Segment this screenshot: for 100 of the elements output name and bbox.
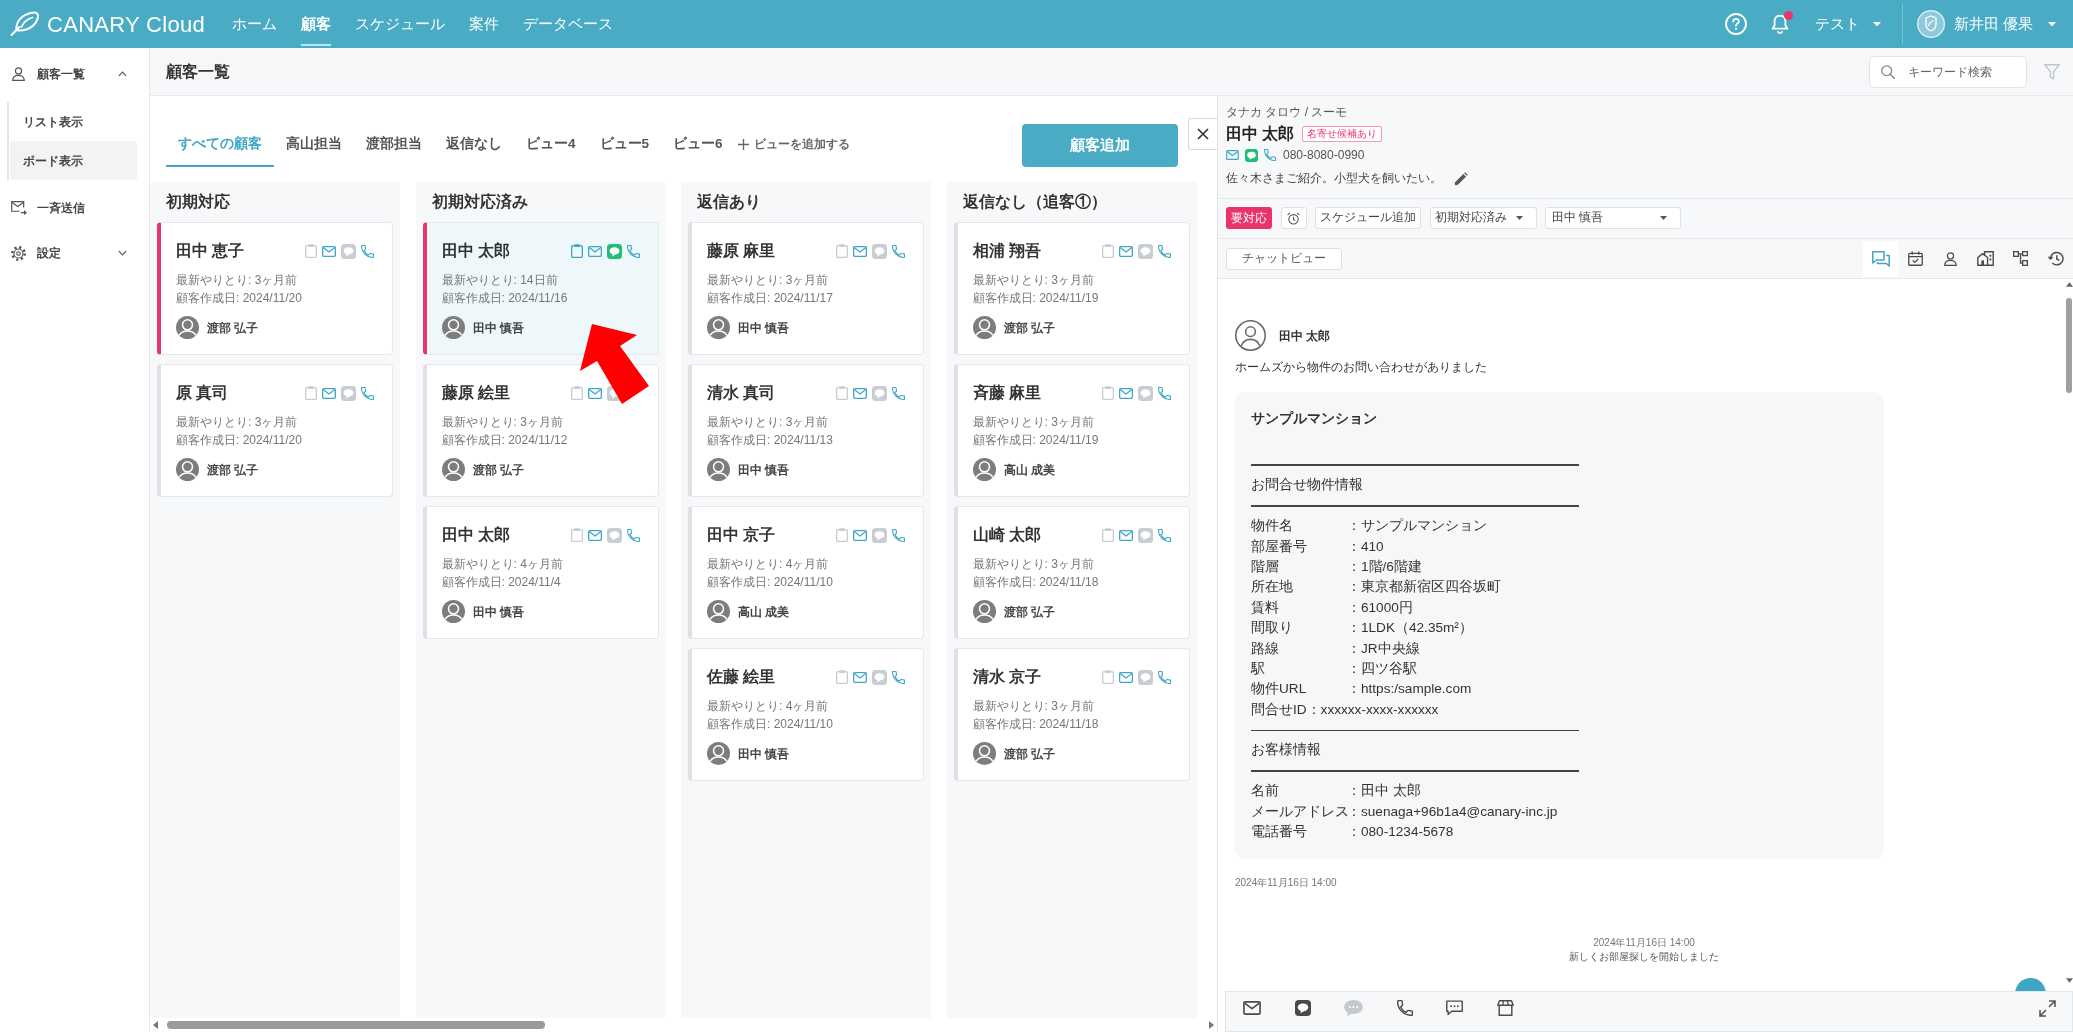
created-date-text: 顧客作成日: 2024/11/19: [972, 431, 1100, 449]
status-dropdown[interactable]: 初期対応済み: [1429, 207, 1537, 229]
field-label: 物件名: [1251, 517, 1294, 536]
avatar-icon: [972, 600, 996, 623]
semicircle-icon: [2015, 978, 2046, 991]
plus-icon: [737, 139, 749, 150]
view-tab[interactable]: ビュー4: [514, 130, 588, 167]
created-date-text: 顧客作成日: 2024/11/4: [441, 573, 562, 591]
bell-icon[interactable]: [1770, 14, 1789, 34]
phone-icon[interactable]: [1396, 1000, 1413, 1016]
last-contact-text: 最新やりとり: 3ヶ月前: [176, 414, 299, 431]
sender-name: 田中 太郎: [1279, 327, 1331, 345]
chat-bubble-icon[interactable]: [1294, 1000, 1311, 1016]
merge-candidate-badge: 名寄せ候補あり: [1302, 126, 1383, 142]
last-contact-text: 最新やりとり: 3ヶ月前: [176, 272, 299, 289]
view-tab[interactable]: 返信なし: [434, 130, 514, 167]
app-logo-text: CANARY Cloud: [47, 10, 206, 39]
created-date-text: 顧客作成日: 2024/11/18: [972, 573, 1100, 591]
avatar-icon: [972, 742, 996, 765]
customer-kana: タナカ タロウ / スーモ: [1226, 104, 1349, 120]
column-title: 返信あり: [697, 192, 761, 213]
field-label: 物件URL: [1251, 680, 1308, 699]
view-tab[interactable]: 渡部担当: [354, 130, 434, 167]
created-date-text: 顧客作成日: 2024/11/17: [707, 289, 834, 307]
view-tab[interactable]: ビュー5: [587, 130, 662, 167]
customer-name: 山崎 太郎: [972, 525, 1041, 545]
avatar-icon: [972, 316, 996, 339]
created-date-text: 顧客作成日: 2024/11/20: [176, 431, 303, 449]
sidebar-item[interactable]: 設定: [0, 237, 149, 269]
field-label: 間取り: [1251, 619, 1294, 638]
scroll-down-icon[interactable]: [2066, 978, 2073, 983]
close-button[interactable]: [1188, 118, 1217, 150]
assignee-name: 田中 慎吾: [472, 603, 524, 621]
help-icon[interactable]: [1724, 13, 1747, 35]
last-contact-text: 最新やりとり: 3ヶ月前: [972, 698, 1095, 715]
avatar-icon: [441, 458, 465, 481]
scroll-left-icon[interactable]: [153, 1021, 158, 1029]
search-field[interactable]: キーワード検索: [1869, 55, 2027, 88]
field-value: ：https:/sample.com: [1347, 680, 1472, 699]
scrollbar-thumb[interactable]: [2066, 298, 2072, 393]
created-date-text: 顧客作成日: 2024/11/13: [707, 431, 834, 449]
field-label: 賃料: [1251, 598, 1280, 617]
customer-name: 田中 太郎: [1226, 124, 1295, 144]
customer-name: 原 真司: [176, 383, 229, 403]
store-icon[interactable]: [1496, 1000, 1514, 1016]
last-contact-text: 最新やりとり: 3ヶ月前: [707, 272, 830, 289]
event-time: 2024年11月16日 14:00: [1593, 936, 1695, 951]
scroll-up-icon[interactable]: [2066, 282, 2073, 287]
field-label: 路線: [1251, 639, 1280, 658]
assignee-name: 高山 成美: [738, 603, 790, 621]
needs-action-button[interactable]: 要対応: [1226, 207, 1272, 229]
scroll-right-icon[interactable]: [1209, 1021, 1214, 1029]
customer-name: 佐藤 絵里: [707, 667, 776, 687]
sidebar-subitem[interactable]: リスト表示: [10, 102, 137, 141]
mail-icon[interactable]: [1243, 1001, 1261, 1015]
last-contact-text: 最新やりとり: 3ヶ月前: [707, 414, 830, 431]
gear-icon: [11, 245, 26, 261]
add-view-link[interactable]: ビューを追加する: [737, 130, 850, 167]
view-tab[interactable]: 高山担当: [274, 130, 354, 167]
last-contact-text: 最新やりとり: 3ヶ月前: [441, 414, 564, 431]
field-value: ：四ツ谷駅: [1347, 659, 1417, 678]
field-label: 階層: [1251, 557, 1280, 576]
column-title: 返信なし（追客①）: [962, 192, 1107, 213]
add-schedule-button[interactable]: スケジュール追加: [1315, 207, 1421, 229]
comment-icon[interactable]: [1446, 1000, 1463, 1016]
sidebar-subitem[interactable]: ボード表示: [10, 141, 137, 180]
customer-card[interactable]: 藤原 絵里 最新やりとり: 3ヶ月前 顧客作成日: 2024/11/12 渡部 弘子: [422, 364, 659, 497]
customer-name: 藤原 麻里: [707, 241, 776, 261]
event-text: 新しくお部屋探しを開始しました: [1569, 950, 1719, 965]
reminder-button[interactable]: [1280, 207, 1307, 229]
section-heading: お客様情報: [1251, 741, 1322, 760]
avatar-icon: [441, 600, 465, 623]
field-label: 部屋番号: [1251, 537, 1308, 556]
last-contact-text: 最新やりとり: 14日前: [441, 272, 559, 289]
pencil-icon[interactable]: [1454, 172, 1468, 186]
expand-icon[interactable]: [2039, 1000, 2056, 1017]
hierarchy-icon: [2013, 251, 2028, 266]
shield-avatar-icon: [1916, 10, 1945, 38]
assignee-name: 渡部 弘子: [1003, 745, 1055, 763]
inquiry-id-text: 問合せID：xxxxxx-xxxx-xxxxxx: [1251, 700, 1440, 719]
sidebar-item[interactable]: 一斉送信: [0, 192, 149, 224]
avatar-icon: [176, 458, 199, 481]
alarm-clock-icon: [1287, 211, 1300, 225]
mail-send-icon: [10, 201, 27, 215]
column-title: 初期対応: [166, 192, 230, 213]
field-value: ：サンプルマンション: [1347, 517, 1487, 536]
field-label: 名前: [1251, 782, 1280, 801]
avatar-icon: [707, 742, 730, 765]
customer-name: 田中 恵子: [176, 241, 245, 261]
assignee-name: 高山 成美: [1003, 461, 1055, 479]
created-date-text: 顧客作成日: 2024/11/19: [972, 289, 1100, 307]
filter-icon[interactable]: [2044, 63, 2060, 80]
last-contact-text: 最新やりとり: 4ヶ月前: [707, 698, 830, 715]
calendar-check-icon: [1908, 251, 1923, 266]
sidebar-item[interactable]: 顧客一覧: [0, 58, 149, 90]
scrollbar-thumb[interactable]: [167, 1021, 545, 1029]
view-tab[interactable]: ビュー6: [661, 130, 735, 167]
assignee-dropdown[interactable]: 田中 慎吾: [1545, 207, 1681, 229]
chat-view-button[interactable]: チャットビュー: [1226, 247, 1342, 270]
assignee-name: 渡部 弘子: [207, 319, 259, 337]
